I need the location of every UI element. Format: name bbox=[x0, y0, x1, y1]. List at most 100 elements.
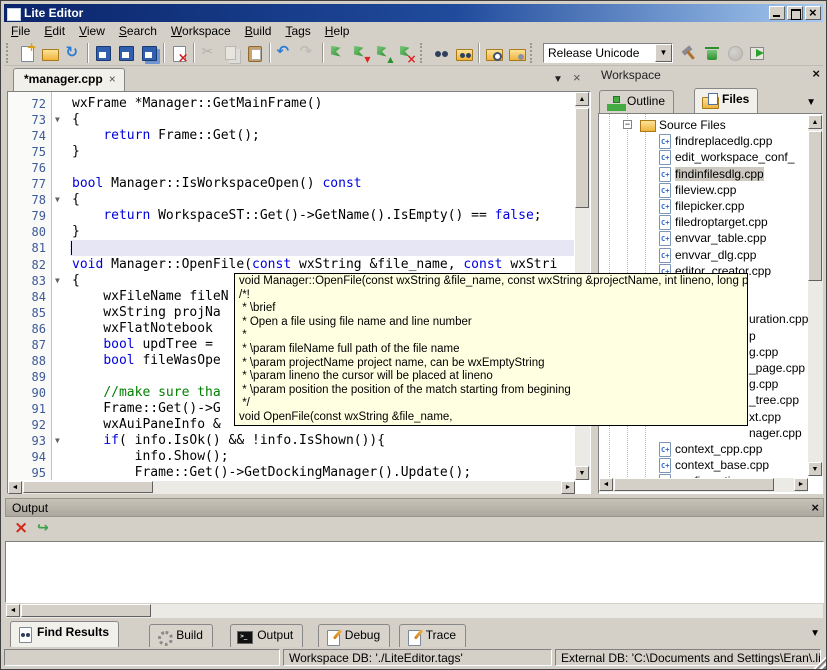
chevron-down-icon[interactable]: ▼ bbox=[655, 44, 672, 62]
menu-search[interactable]: Search bbox=[112, 23, 164, 39]
build-button[interactable] bbox=[677, 42, 700, 64]
save-file-button[interactable] bbox=[91, 42, 114, 64]
tree-item[interactable]: context_base.cpp bbox=[599, 457, 823, 473]
pane-chevron-icon[interactable]: ▼ bbox=[810, 628, 820, 639]
editor-hscrollbar[interactable]: ◄ ► bbox=[8, 481, 575, 494]
output-close-icon[interactable]: × bbox=[811, 500, 819, 515]
bookmark-prev-button[interactable] bbox=[372, 42, 395, 64]
toolbar-grip[interactable] bbox=[6, 43, 13, 63]
fold-marker-icon[interactable]: ▼ bbox=[55, 273, 67, 289]
bottom-tab-bar: ▼ Find Results Build Output Debug Trace bbox=[5, 620, 824, 647]
bookmark-next-button[interactable] bbox=[349, 42, 372, 64]
tree-item[interactable]: envvar_table.cpp bbox=[599, 230, 823, 246]
tree-item[interactable]: filedroptarget.cpp bbox=[599, 214, 823, 230]
tree-item[interactable]: findinfilesdlg.cpp bbox=[599, 166, 823, 182]
find-results-icon bbox=[16, 625, 33, 641]
menu-build[interactable]: Build bbox=[238, 23, 279, 39]
toolbar-grip[interactable] bbox=[530, 43, 537, 63]
redo-button[interactable] bbox=[296, 42, 319, 64]
clear-output-icon[interactable] bbox=[11, 521, 29, 539]
bookmark-toggle-button[interactable] bbox=[326, 42, 349, 64]
tree-item-label-fragment: g.cpp bbox=[749, 377, 778, 391]
close-file-button[interactable] bbox=[167, 42, 190, 64]
fold-marker-icon[interactable]: ▼ bbox=[55, 433, 67, 449]
maximize-button[interactable] bbox=[787, 6, 803, 20]
tree-item[interactable]: −Source Files bbox=[599, 117, 823, 133]
tree-item[interactable]: nager.cpp bbox=[599, 425, 823, 441]
tab-close-icon[interactable]: × bbox=[109, 72, 116, 86]
fold-marker-icon[interactable]: ▼ bbox=[55, 192, 67, 208]
tab-close-button[interactable]: × bbox=[573, 70, 581, 85]
output-text-area[interactable] bbox=[5, 541, 824, 603]
find-in-files-button[interactable] bbox=[452, 42, 475, 64]
workspace-tab-files[interactable]: Files bbox=[694, 88, 758, 113]
line-number: 92 bbox=[8, 417, 46, 433]
code-text: } bbox=[72, 144, 574, 160]
output-hscrollbar[interactable]: ◄ bbox=[6, 604, 823, 618]
clean-button[interactable] bbox=[700, 42, 723, 64]
bottom-tab-build[interactable]: Build bbox=[149, 624, 213, 647]
close-button[interactable] bbox=[805, 6, 821, 20]
find-symbol-button[interactable] bbox=[505, 42, 528, 64]
reload-file-button[interactable] bbox=[61, 42, 84, 64]
tree-item-label: context_cpp.cpp bbox=[675, 442, 762, 456]
menu-workspace[interactable]: Workspace bbox=[164, 23, 238, 39]
minimize-button[interactable] bbox=[769, 6, 785, 20]
build-config-select[interactable]: Release Unicode▼ bbox=[543, 43, 673, 63]
bottom-tab-debug[interactable]: Debug bbox=[318, 624, 390, 647]
line-number: 85 bbox=[8, 305, 46, 321]
tree-hscrollbar[interactable]: ◄ ► bbox=[599, 478, 808, 492]
open-folder-button[interactable] bbox=[38, 42, 61, 64]
bottom-tab-trace[interactable]: Trace bbox=[399, 624, 466, 647]
line-number: 83 bbox=[8, 273, 46, 289]
tree-item[interactable]: filepicker.cpp bbox=[599, 198, 823, 214]
menu-tags[interactable]: Tags bbox=[278, 23, 317, 39]
cut-button[interactable] bbox=[197, 42, 220, 64]
menu-file[interactable]: File bbox=[4, 23, 37, 39]
workspace-header[interactable]: Workspace × bbox=[595, 65, 824, 85]
tab-list-dropdown-icon[interactable]: ▼ bbox=[553, 74, 563, 85]
tree-item[interactable]: edit_workspace_conf_ bbox=[599, 149, 823, 165]
code-text: info.Show(); bbox=[72, 449, 574, 465]
bottom-tab-find-results[interactable]: Find Results bbox=[10, 621, 119, 647]
wrap-lines-icon[interactable] bbox=[35, 521, 53, 539]
undo-button[interactable] bbox=[273, 42, 296, 64]
new-file-button[interactable] bbox=[15, 42, 38, 64]
line-number: 88 bbox=[8, 353, 46, 369]
line-number: 74 bbox=[8, 128, 46, 144]
editor-tab-manager-cpp[interactable]: *manager.cpp× bbox=[13, 68, 125, 91]
tree-item-label: edit_workspace_conf_ bbox=[675, 150, 794, 164]
toolbar-grip[interactable] bbox=[420, 43, 427, 63]
save-file-as-button[interactable] bbox=[114, 42, 137, 64]
tree-item[interactable]: findreplacedlg.cpp bbox=[599, 133, 823, 149]
fold-marker-icon[interactable]: ▼ bbox=[55, 112, 67, 128]
copy-button[interactable] bbox=[220, 42, 243, 64]
menu-edit[interactable]: Edit bbox=[37, 23, 72, 39]
menu-view[interactable]: View bbox=[72, 23, 112, 39]
tree-item[interactable]: fileview.cpp bbox=[599, 182, 823, 198]
workspace-close-icon[interactable]: × bbox=[812, 66, 820, 81]
output-pane-header[interactable]: Output × bbox=[5, 498, 824, 517]
menu-help[interactable]: Help bbox=[318, 23, 357, 39]
tree-item[interactable]: envvar_dlg.cpp bbox=[599, 247, 823, 263]
run-button[interactable] bbox=[746, 42, 769, 64]
find-resource-button[interactable] bbox=[482, 42, 505, 64]
code-text: Frame::Get()->GetDockingManager().Update… bbox=[72, 465, 574, 481]
tree-vscrollbar[interactable]: ▲ ▼ bbox=[808, 115, 823, 476]
bookmark-prev-icon bbox=[375, 44, 393, 62]
line-number: 77 bbox=[8, 176, 46, 192]
find-button[interactable] bbox=[429, 42, 452, 64]
save-file-icon bbox=[94, 44, 112, 62]
title-bar[interactable]: Lite Editor bbox=[4, 4, 823, 22]
tree-item[interactable]: context_cpp.cpp bbox=[599, 441, 823, 457]
paste-button[interactable] bbox=[243, 42, 266, 64]
workspace-tab-outline[interactable]: Outline bbox=[599, 90, 674, 113]
expander-icon[interactable]: − bbox=[623, 120, 632, 129]
bookmark-clear-button[interactable] bbox=[395, 42, 418, 64]
resize-grip[interactable] bbox=[813, 656, 826, 669]
stop-button[interactable] bbox=[723, 42, 746, 64]
save-all-button[interactable] bbox=[137, 42, 160, 64]
workspace-tab-dropdown-icon[interactable]: ▼ bbox=[806, 97, 816, 108]
toolbar-separator bbox=[322, 43, 323, 63]
bottom-tab-output[interactable]: Output bbox=[230, 624, 303, 647]
